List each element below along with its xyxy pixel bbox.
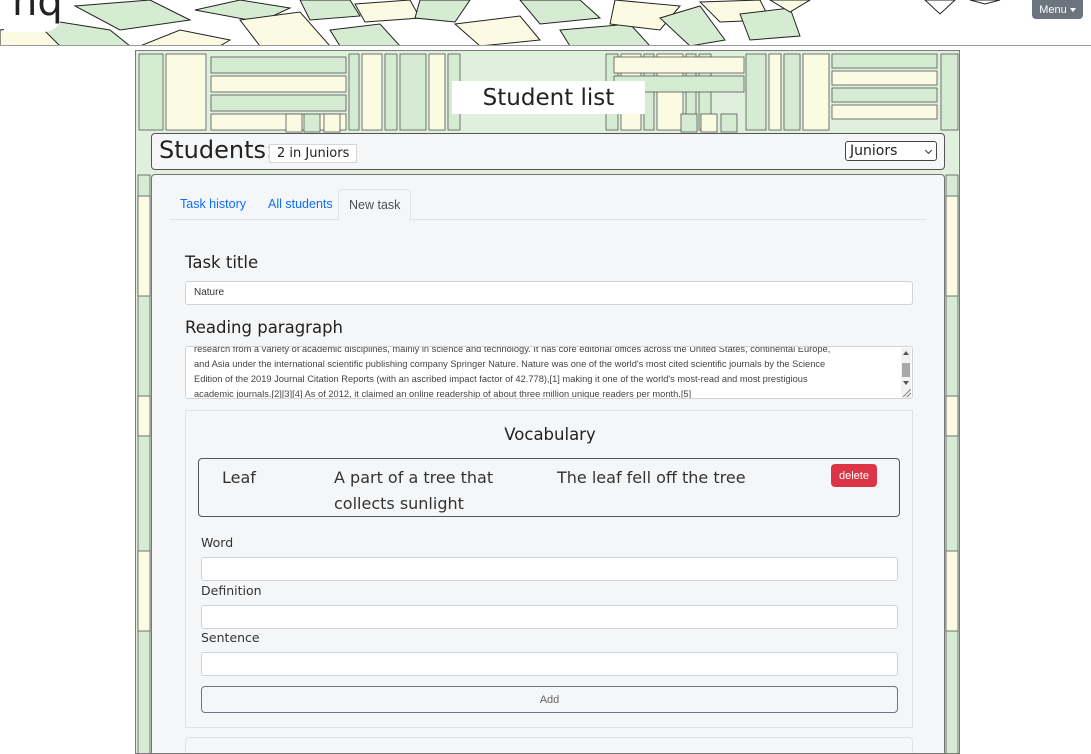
- task-title-input[interactable]: Nature: [185, 281, 913, 305]
- add-vocab-button[interactable]: Add: [201, 686, 898, 713]
- scroll-up-icon[interactable]: [903, 351, 909, 355]
- chevron-down-icon: [924, 146, 933, 155]
- sentence-input[interactable]: [201, 652, 898, 676]
- sentence-label: Sentence: [201, 630, 260, 645]
- delete-button[interactable]: delete: [831, 464, 877, 487]
- word-input[interactable]: [201, 557, 898, 581]
- tab-new-task[interactable]: New task: [338, 189, 412, 221]
- group-select[interactable]: Juniors: [845, 141, 937, 161]
- group-select-value: Juniors: [850, 143, 898, 159]
- paragraph-line: Edition of the 2019 Journal Citation Rep…: [194, 374, 808, 384]
- tab-bar: Task history All students New task: [170, 189, 926, 221]
- reading-paragraph-text: research from a variety of academic disc…: [194, 346, 894, 399]
- tab-task-history[interactable]: Task history: [170, 189, 256, 220]
- reading-paragraph-label: Reading paragraph: [185, 318, 343, 337]
- vocabulary-heading: Vocabulary: [504, 425, 596, 444]
- menu-button[interactable]: Menu: [1032, 0, 1083, 19]
- task-title-label: Task title: [185, 253, 259, 272]
- vocab-word: Leaf: [222, 468, 256, 487]
- scroll-thumb[interactable]: [902, 363, 910, 377]
- page-title: Student list: [452, 81, 645, 114]
- tab-all-students[interactable]: All students: [258, 189, 343, 220]
- bookshelf-frame: Student list Students: 2 in Juniors Juni…: [135, 50, 960, 754]
- student-count-badge: 2 in Juniors: [269, 144, 358, 163]
- vocabulary-entry: Leaf A part of a tree that collects sunl…: [198, 458, 900, 517]
- word-label: Word: [201, 535, 234, 550]
- paper-pattern: [0, 0, 1001, 45]
- next-section-card: [185, 737, 913, 753]
- paragraph-line: academic journals.[2][3][4] As of 2012, …: [194, 389, 692, 399]
- menu-button-label: Menu: [1039, 3, 1067, 16]
- students-bar: Students: 2 in Juniors Juniors: [151, 133, 945, 170]
- definition-input[interactable]: [201, 605, 898, 629]
- resize-grip-icon[interactable]: [903, 389, 911, 397]
- scroll-down-icon[interactable]: [903, 381, 909, 385]
- task-panel: Task history All students New task Task …: [151, 174, 945, 753]
- caret-down-icon: [1069, 7, 1076, 12]
- logo[interactable]: hq: [4, 0, 63, 32]
- reading-paragraph-textarea[interactable]: research from a variety of academic disc…: [185, 346, 913, 399]
- students-label: Students:: [159, 136, 275, 164]
- vocab-definition: A part of a tree that collects sunlight: [334, 468, 494, 513]
- definition-label: Definition: [201, 583, 262, 598]
- top-banner: hq Menu: [0, 0, 1091, 46]
- paragraph-line: and Asia under the international scienti…: [194, 359, 826, 369]
- vocab-sentence: The leaf fell off the tree: [557, 468, 746, 487]
- paragraph-line: research from a variety of academic disc…: [194, 346, 831, 354]
- vocabulary-section: Vocabulary Leaf A part of a tree that co…: [185, 410, 913, 728]
